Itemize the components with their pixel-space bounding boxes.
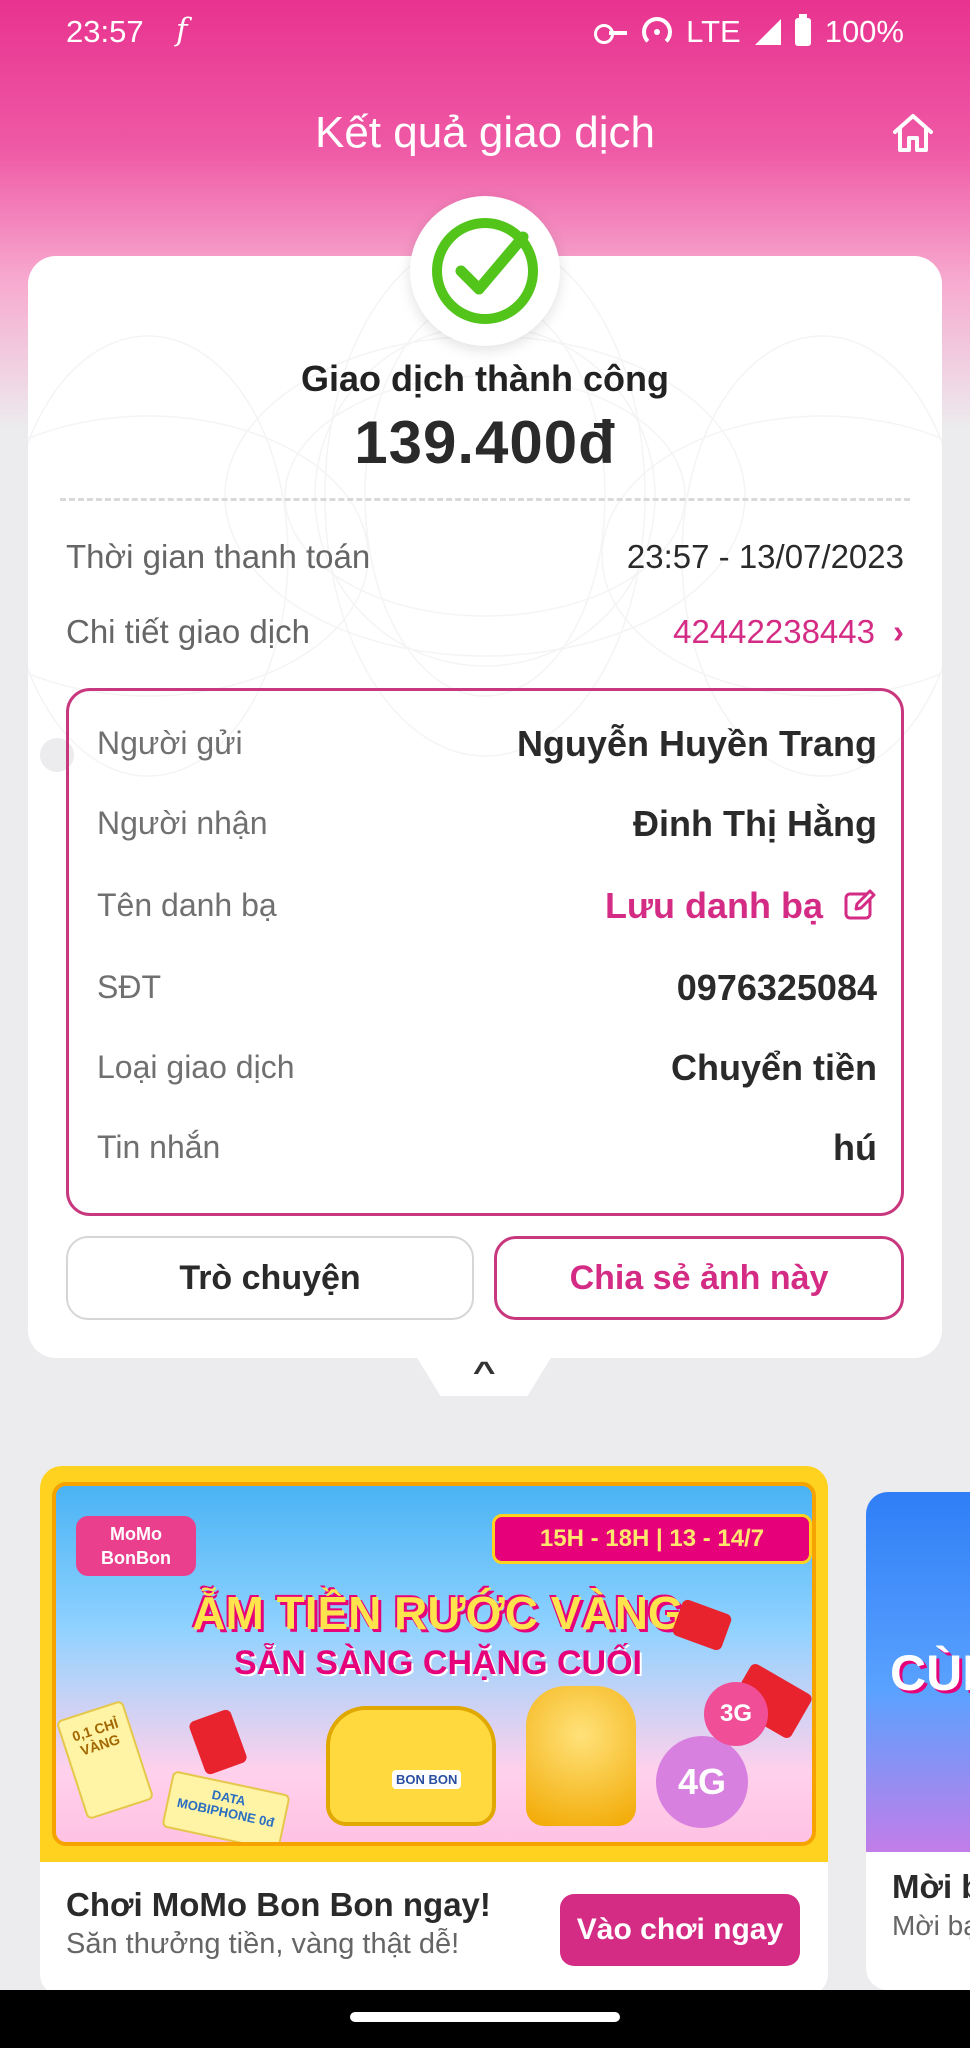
chevron-up-icon: ^ <box>472 1356 496 1387</box>
transaction-type-label: Loại giao dịch <box>97 1049 295 1085</box>
success-badge <box>410 196 560 346</box>
promo-banner[interactable]: MoMo BonBon 15H - 18H | 13 - 14/7 ẴM TIỀ… <box>40 1466 828 1862</box>
system-navigation-bar <box>0 1990 970 2048</box>
3g-bubble: 3G <box>704 1682 768 1746</box>
trophy-image <box>526 1686 636 1826</box>
car-label: BON BON <box>392 1770 462 1789</box>
promo-title: Chơi MoMo Bon Bon ngay! <box>66 1886 491 1923</box>
hotspot-icon <box>642 17 673 47</box>
collapse-toggle[interactable]: ^ <box>416 1356 552 1396</box>
battery-level: 100% <box>824 14 904 49</box>
check-circle-icon <box>432 218 538 324</box>
transaction-id-link[interactable]: 42442238443 › <box>673 613 904 651</box>
home-gesture-handle[interactable] <box>350 2012 620 2022</box>
bonbon-car-image: BON BON <box>326 1706 496 1826</box>
vpn-key-icon <box>594 22 628 44</box>
chat-button[interactable]: Trò chuyện <box>66 1236 474 1320</box>
promo-next-description: Mời bạ <box>892 1910 970 1941</box>
sender-value: Nguyễn Huyền Trang <box>516 723 877 764</box>
home-icon[interactable] <box>890 110 936 156</box>
transaction-id: 42442238443 <box>673 613 875 650</box>
page-title: Kết quả giao dịch <box>314 108 656 157</box>
share-image-button[interactable]: Chia sẻ ảnh này <box>494 1236 904 1320</box>
promo-description: Săn thưởng tiền, vàng thật dễ! <box>66 1928 460 1960</box>
payment-time-value: 23:57 - 13/07/2023 <box>626 538 904 575</box>
promo-date-badge: 15H - 18H | 13 - 14/7 <box>492 1514 812 1564</box>
network-type: LTE <box>686 14 741 49</box>
message-row: Tin nhắn hú <box>97 1121 877 1171</box>
4g-bubble: 4G <box>656 1736 748 1828</box>
transaction-detail-label: Chi tiết giao dịch <box>66 613 310 650</box>
promo-subheadline: SẴN SÀNG CHẶNG CUỐI <box>233 1644 643 1682</box>
receiver-row: Người nhận Đinh Thị Hằng <box>97 797 877 847</box>
receiver-label: Người nhận <box>97 805 268 841</box>
receiver-value: Đinh Thị Hằng <box>633 803 877 844</box>
edit-icon <box>844 889 876 920</box>
promo-next-title: Mời b <box>892 1868 970 1905</box>
transaction-amount: 139.400đ <box>354 409 616 476</box>
save-contact-link[interactable]: Lưu danh bạ <box>605 885 877 927</box>
momo-bonbon-logo: MoMo BonBon <box>76 1516 196 1576</box>
battery-icon <box>794 14 811 46</box>
play-now-button[interactable]: Vào chơi ngay <box>560 1894 800 1966</box>
save-contact-label: Lưu danh bạ <box>604 885 823 926</box>
transaction-type-row: Loại giao dịch Chuyển tiền <box>97 1041 877 1091</box>
divider <box>60 498 910 501</box>
transaction-detail-box: Người gửi Nguyễn Huyền Trang Người nhận … <box>66 688 904 1216</box>
ticket-notch-right <box>952 738 970 772</box>
red-envelope-image <box>187 1708 249 1776</box>
promo-banner-next: CÙN <box>866 1492 970 1852</box>
transaction-status: Giao dịch thành công <box>301 358 669 399</box>
promo-banner-art: MoMo BonBon 15H - 18H | 13 - 14/7 ẴM TIỀ… <box>52 1482 816 1846</box>
status-indicators: LTE 100% <box>594 14 904 50</box>
facebook-notification-icon: f <box>176 12 188 48</box>
sender-row: Người gửi Nguyễn Huyền Trang <box>97 717 877 767</box>
sender-label: Người gửi <box>97 725 243 761</box>
message-value: hú <box>833 1127 877 1168</box>
phone-label: SĐT <box>97 969 161 1005</box>
contact-name-label: Tên danh bạ <box>97 887 277 923</box>
status-bar: 23:57 f LTE 100% <box>0 0 970 70</box>
gold-ticket-image: 0,1 CHỈ VÀNG <box>56 1699 155 1821</box>
data-voucher-image: DATA MOBIPHONE 0đ <box>161 1770 291 1842</box>
message-label: Tin nhắn <box>97 1129 221 1165</box>
contact-name-row: Tên danh bạ Lưu danh bạ <box>97 879 877 929</box>
chevron-right-icon: › <box>893 613 904 650</box>
signal-icon <box>754 19 781 45</box>
phone-value: 0976325084 <box>676 967 877 1008</box>
promo-next-banner-text: CÙN <box>890 1645 970 1701</box>
phone-row: SĐT 0976325084 <box>97 961 877 1011</box>
payment-time-label: Thời gian thanh toán <box>66 538 371 575</box>
promo-card-next[interactable]: CÙN Mời b Mời bạ <box>866 1492 970 1990</box>
transaction-type-value: Chuyển tiền <box>670 1047 877 1088</box>
promo-card-bonbon[interactable]: MoMo BonBon 15H - 18H | 13 - 14/7 ẴM TIỀ… <box>40 1466 828 1996</box>
status-time: 23:57 <box>66 14 144 49</box>
